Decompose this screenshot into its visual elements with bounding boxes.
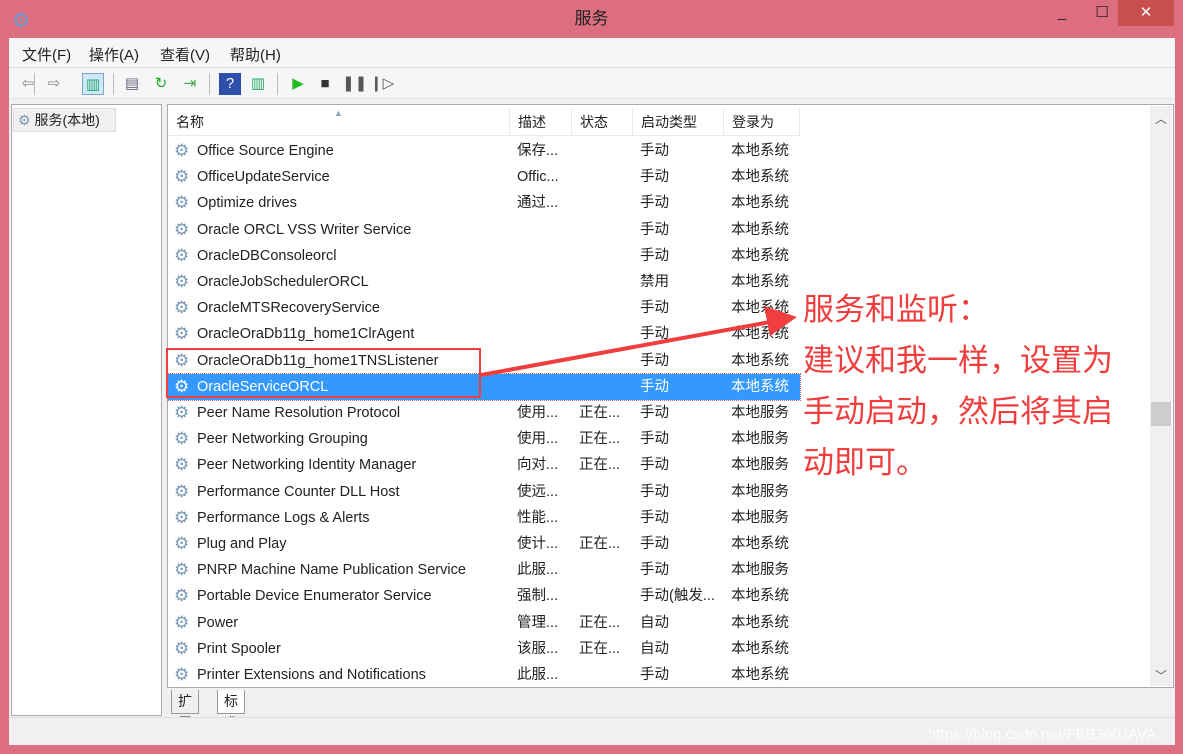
annotation-line: 服务和监听：	[803, 292, 989, 328]
annotation-note: 服务和监听： 建议和我一样，设置为 手动启动，然后将其启 动即可。	[803, 285, 1113, 489]
annotation-line: 手动启动，然后将其启	[803, 394, 1113, 430]
annotation-line: 建议和我一样，设置为	[803, 343, 1113, 379]
annotation-line: 动即可。	[803, 445, 927, 481]
